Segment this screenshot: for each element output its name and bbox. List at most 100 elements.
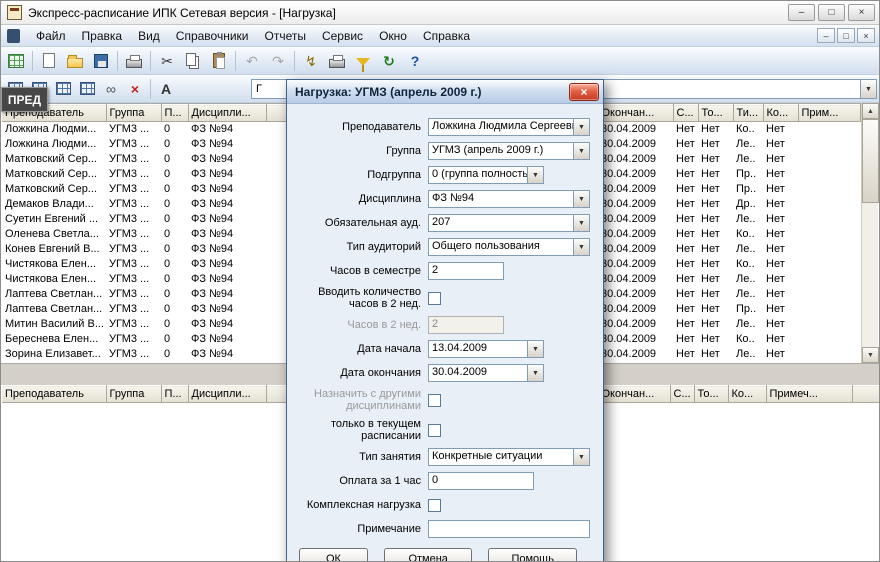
menu-item[interactable]: Отчеты	[256, 27, 313, 45]
subgroup-combobox[interactable]: 0 (группа полностью) ▼	[428, 166, 544, 184]
menu-item[interactable]: Справочники	[168, 27, 257, 45]
column-header[interactable]: Примеч...	[766, 386, 852, 403]
report-print-icon[interactable]	[324, 49, 350, 73]
cell-ko: Нет	[763, 227, 798, 242]
cell-group: УГМ3 ...	[106, 227, 161, 242]
column-header[interactable]: С...	[673, 105, 698, 122]
teacher-combobox[interactable]: Ложкина Людмила Сергеевна ▼	[428, 118, 590, 136]
lesson-type-combobox[interactable]: Конкретные ситуации ▼	[428, 448, 590, 466]
redo-icon[interactable]: ↷	[265, 49, 291, 73]
copy-icon[interactable]	[180, 49, 206, 73]
mdi-close-button[interactable]: ×	[857, 28, 875, 43]
cell-to: Нет	[698, 212, 733, 227]
date-start-combobox[interactable]: 13.04.2009 ▼	[428, 340, 544, 358]
cancel-button[interactable]: Отмена	[384, 548, 473, 562]
column-header[interactable]: Группа	[106, 105, 161, 122]
scroll-up-icon[interactable]: ▲	[862, 103, 879, 119]
column-header[interactable]: То...	[698, 105, 733, 122]
menu-item[interactable]: Справка	[415, 27, 478, 45]
minimize-button[interactable]: –	[788, 4, 815, 21]
cell-ko: Нет	[763, 242, 798, 257]
room-type-combobox[interactable]: Общего пользования ▼	[428, 238, 590, 256]
cell-discipline: ФЗ №94	[188, 182, 266, 197]
discipline-combobox[interactable]: ФЗ №94 ▼	[428, 190, 590, 208]
dialog-title-bar[interactable]: Нагрузка: УГМЗ (апрель 2009 г.) ×	[287, 80, 603, 104]
group-combobox[interactable]: УГМЗ (апрель 2009 г.) ▼	[428, 142, 590, 160]
date-end-combobox[interactable]: 30.04.2009 ▼	[428, 364, 544, 382]
column-header[interactable]: Прим...	[798, 105, 860, 122]
schedule-grid-icon[interactable]	[3, 49, 29, 73]
grid-report-icon[interactable]	[75, 78, 99, 100]
filter-icon[interactable]	[350, 49, 376, 73]
maximize-button[interactable]: □	[818, 4, 845, 21]
font-icon[interactable]: А	[154, 78, 178, 100]
cell-subgroup: 0	[161, 272, 188, 287]
column-header[interactable]: П...	[161, 386, 188, 403]
column-header[interactable]: Дисципли...	[188, 105, 266, 122]
chevron-down-icon[interactable]: ▼	[573, 215, 589, 231]
pay-input[interactable]: 0	[428, 472, 534, 490]
cell-type: Пр..	[733, 167, 763, 182]
cut-icon[interactable]: ✂	[154, 49, 180, 73]
menu-item[interactable]: Правка	[74, 27, 131, 45]
menu-item[interactable]: Вид	[130, 27, 168, 45]
close-button[interactable]: ×	[848, 4, 875, 21]
grid-add-icon[interactable]	[51, 78, 75, 100]
cell-end-date: 30.04.2009	[598, 167, 673, 182]
ok-button[interactable]: ОК	[299, 548, 368, 562]
column-header[interactable]: Ко...	[728, 386, 766, 403]
chevron-down-icon[interactable]: ▼	[860, 80, 876, 98]
chevron-down-icon[interactable]: ▼	[573, 191, 589, 207]
menu-item[interactable]: Окно	[371, 27, 415, 45]
undo-icon[interactable]: ↶	[239, 49, 265, 73]
menu-item[interactable]: Файл	[28, 27, 74, 45]
save-icon[interactable]	[88, 49, 114, 73]
note-input[interactable]	[428, 520, 590, 538]
column-header[interactable]: С...	[670, 386, 694, 403]
new-document-icon[interactable]	[36, 49, 62, 73]
open-folder-icon[interactable]	[62, 49, 88, 73]
column-header[interactable]: Окончан...	[598, 386, 670, 403]
hours-semester-input[interactable]: 2	[428, 262, 504, 280]
help-button[interactable]: Помощь	[488, 548, 577, 562]
help-icon[interactable]: ?	[402, 49, 428, 73]
vertical-scrollbar[interactable]: ▲ ▼	[861, 103, 878, 363]
mdi-minimize-button[interactable]: –	[817, 28, 835, 43]
chevron-down-icon[interactable]: ▼	[573, 239, 589, 255]
enter-2week-checkbox[interactable]	[428, 292, 441, 305]
chevron-down-icon[interactable]: ▼	[573, 449, 589, 465]
print-icon[interactable]	[121, 49, 147, 73]
only-current-checkbox[interactable]	[428, 424, 441, 437]
column-header[interactable]: П...	[161, 105, 188, 122]
delete-icon[interactable]: ×	[123, 78, 147, 100]
scrollbar-thumb[interactable]	[862, 119, 879, 203]
link-icon[interactable]: ∞	[99, 78, 123, 100]
run-icon[interactable]: ↯	[298, 49, 324, 73]
chevron-down-icon[interactable]: ▼	[527, 365, 543, 381]
column-header[interactable]: То...	[694, 386, 728, 403]
cell-s: Нет	[673, 302, 698, 317]
column-header[interactable]	[852, 386, 880, 403]
cell-discipline: ФЗ №94	[188, 287, 266, 302]
chevron-down-icon[interactable]: ▼	[573, 119, 589, 135]
scroll-down-icon[interactable]: ▼	[862, 347, 879, 363]
cell-teacher: Митин Василий В...	[2, 317, 106, 332]
chevron-down-icon[interactable]: ▼	[573, 143, 589, 159]
mdi-restore-button[interactable]: □	[837, 28, 855, 43]
chevron-down-icon[interactable]: ▼	[527, 167, 543, 183]
column-header[interactable]: Ти...	[733, 105, 763, 122]
menu-item[interactable]: Сервис	[314, 27, 371, 45]
column-header[interactable]: Ко...	[763, 105, 798, 122]
cell-note	[798, 347, 860, 362]
room-combobox[interactable]: 207 ▼	[428, 214, 590, 232]
complex-load-checkbox[interactable]	[428, 499, 441, 512]
paste-icon[interactable]	[206, 49, 232, 73]
dialog-close-icon[interactable]: ×	[569, 83, 599, 101]
chevron-down-icon[interactable]: ▼	[527, 341, 543, 357]
cell-type: Ле..	[733, 152, 763, 167]
column-header[interactable]: Группа	[106, 386, 161, 403]
column-header[interactable]: Дисципли...	[188, 386, 266, 403]
refresh-icon[interactable]: ↻	[376, 49, 402, 73]
column-header[interactable]: Преподаватель	[2, 386, 106, 403]
column-header[interactable]: Окончан...	[598, 105, 673, 122]
